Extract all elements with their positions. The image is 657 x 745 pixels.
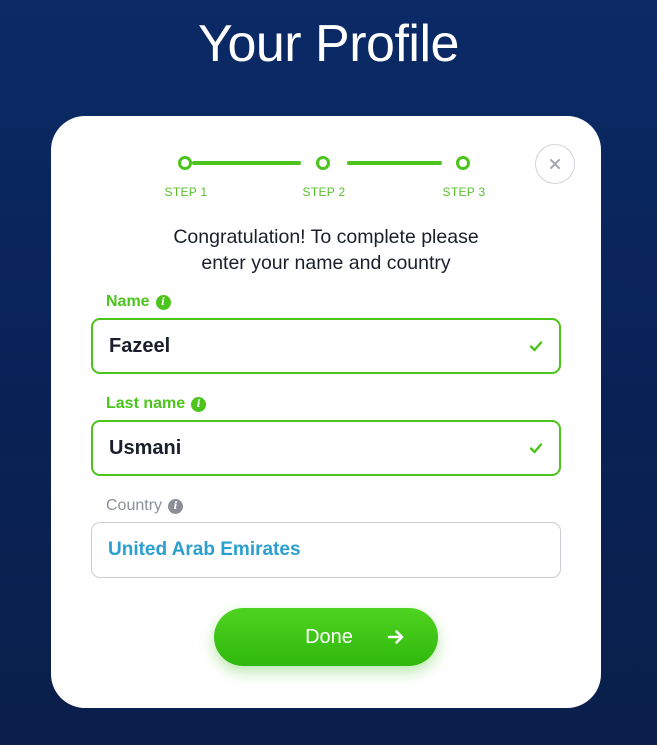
step-connector-1: [192, 161, 301, 165]
last-name-label: Last name i: [106, 395, 207, 413]
last-name-input[interactable]: [109, 436, 529, 460]
check-icon: [529, 341, 543, 352]
profile-card: STEP 1 STEP 2 STEP 3 Congratulation! To …: [51, 116, 601, 708]
step-connector-2: [347, 161, 442, 165]
close-button[interactable]: [535, 144, 575, 184]
step-3-dot: [456, 156, 470, 170]
step-2-label: STEP 2: [302, 185, 346, 199]
stepper: STEP 1 STEP 2 STEP 3: [51, 116, 601, 216]
last-name-label-text: Last name: [106, 395, 186, 412]
intro-text: Congratulation! To complete please enter…: [51, 224, 601, 276]
last-name-field[interactable]: [91, 420, 561, 476]
name-label: Name i: [106, 293, 171, 311]
arrow-right-icon: [387, 630, 404, 644]
intro-line-2: enter your name and country: [201, 252, 451, 274]
country-value: United Arab Emirates: [108, 539, 301, 560]
step-2-dot: [316, 156, 330, 170]
name-label-text: Name: [106, 293, 150, 310]
intro-line-1: Congratulation! To complete please: [173, 226, 479, 248]
country-select[interactable]: United Arab Emirates: [91, 522, 561, 578]
name-input[interactable]: [109, 334, 529, 358]
close-icon: [550, 159, 560, 169]
step-1-label: STEP 1: [164, 185, 208, 199]
name-field[interactable]: [91, 318, 561, 374]
done-label: Done: [305, 625, 353, 648]
done-button[interactable]: Done: [214, 608, 438, 666]
country-label-text: Country: [106, 497, 163, 514]
info-icon[interactable]: i: [155, 294, 171, 310]
info-icon[interactable]: i: [168, 498, 184, 514]
step-1-dot: [178, 156, 192, 170]
country-label: Country i: [106, 497, 184, 515]
page-title: Your Profile: [198, 15, 459, 73]
check-icon: [529, 443, 543, 454]
step-3-label: STEP 3: [442, 185, 486, 199]
info-icon[interactable]: i: [191, 396, 207, 412]
